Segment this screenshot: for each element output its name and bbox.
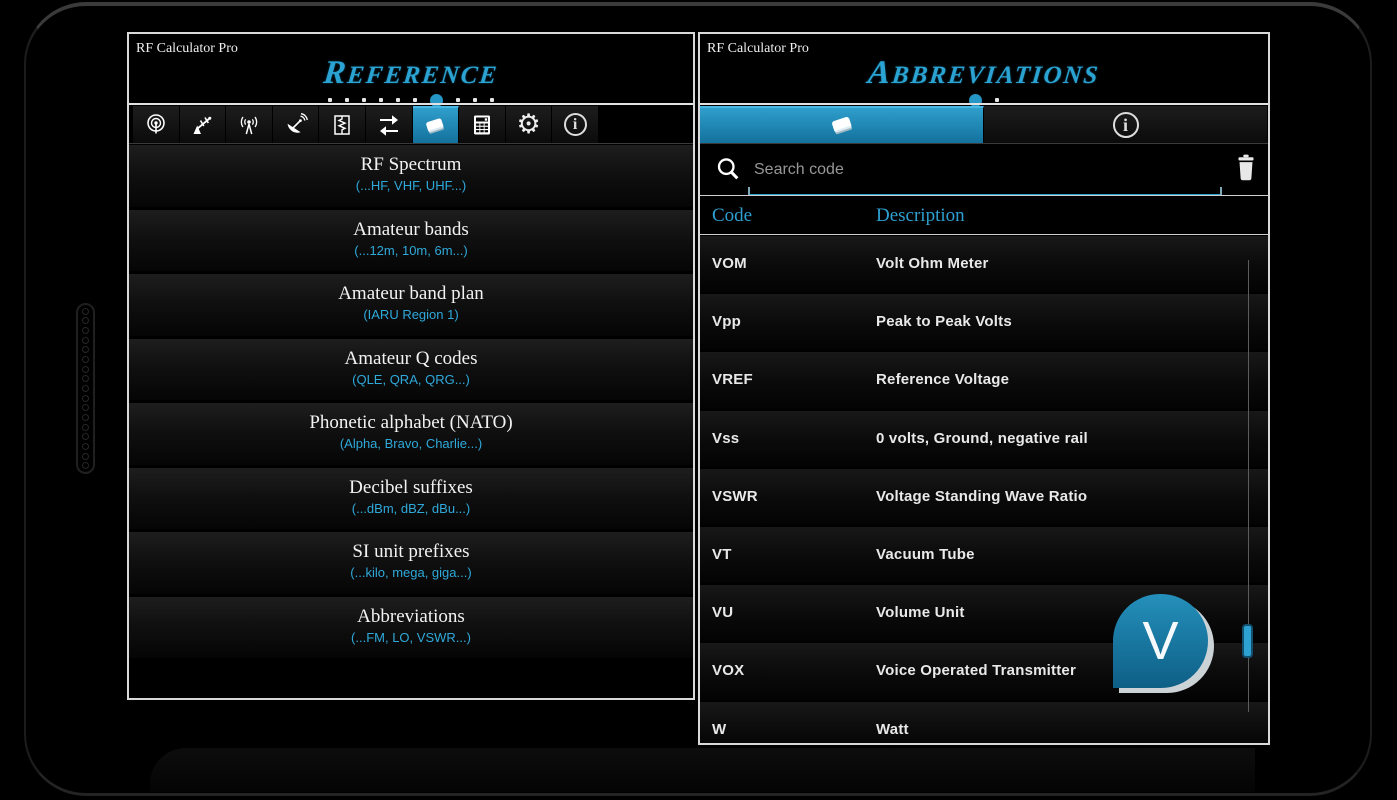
table-row[interactable]: VOM Volt Ohm Meter [700, 236, 1268, 295]
swap-arrows-icon [379, 114, 398, 136]
divider [129, 103, 693, 105]
tab-satellite-dish[interactable] [273, 106, 320, 143]
radio-tower-icon [240, 116, 258, 134]
table-row[interactable]: VSWR Voltage Standing Wave Ratio [700, 468, 1268, 527]
scrollbar-thumb[interactable] [1242, 624, 1253, 658]
calculator-icon [473, 115, 490, 134]
divider [700, 234, 1268, 235]
list-item-amateur-q-codes[interactable]: Amateur Q codes (QLE, QRA, QRG...) [129, 338, 693, 403]
tab-swap-arrows[interactable] [366, 106, 413, 143]
divider [700, 195, 1268, 196]
tab-resistor[interactable] [319, 106, 366, 143]
bezel-reflection [150, 748, 1255, 792]
search-bar [700, 144, 1268, 196]
search-icon[interactable] [714, 155, 742, 183]
tab-omni-antenna[interactable] [133, 106, 180, 143]
abbreviations-tab-bar: i [700, 106, 1268, 143]
tablet-screenshot: RF Calculator Pro Reference [0, 0, 1397, 800]
list-item-si-unit-prefixes[interactable]: SI unit prefixes (...kilo, mega, giga...… [129, 532, 693, 597]
table-row[interactable]: Vpp Peak to Peak Volts [700, 294, 1268, 353]
list-item-rf-spectrum[interactable]: RF Spectrum (...HF, VHF, UHF...) [129, 145, 693, 210]
tab-abbreviations-info[interactable]: i [984, 106, 1268, 143]
header-description: Description [876, 205, 965, 226]
header-code: Code [712, 205, 753, 226]
list-item-phonetic-alphabet[interactable]: Phonetic alphabet (NATO) (Alpha, Bravo, … [129, 403, 693, 468]
resistor-icon [334, 114, 350, 135]
directional-antenna-icon [193, 116, 212, 134]
tab-abbreviations-list[interactable] [700, 106, 984, 143]
omni-antenna-icon [146, 113, 165, 133]
book-icon [831, 117, 852, 135]
speaker-grille [76, 303, 95, 474]
tab-directional-antenna[interactable] [180, 106, 227, 143]
book-icon [426, 117, 445, 134]
page-title-reference: Reference [321, 55, 500, 91]
divider [700, 103, 1268, 105]
fast-scroll-letter: V [1142, 611, 1179, 671]
list-item-amateur-band-plan[interactable]: Amateur band plan (IARU Region 1) [129, 274, 693, 339]
category-tab-bar: ⚙ i [133, 106, 599, 143]
tab-info[interactable]: i [552, 106, 599, 143]
table-row[interactable]: VREF Reference Voltage [700, 352, 1268, 411]
table-row[interactable]: W Watt [700, 701, 1268, 743]
tab-settings[interactable]: ⚙ [506, 106, 553, 143]
fast-scroll-bubble[interactable]: V [1113, 594, 1214, 693]
reference-list: RF Spectrum (...HF, VHF, UHF...) Amateur… [129, 145, 693, 661]
gear-icon: ⚙ [516, 109, 541, 140]
list-item-abbreviations[interactable]: Abbreviations (...FM, LO, VSWR...) [129, 596, 693, 661]
reference-panel: RF Calculator Pro Reference [127, 32, 695, 700]
trash-icon[interactable] [1233, 153, 1259, 181]
abbreviations-panel: RF Calculator Pro Abbreviations [698, 32, 1270, 745]
tab-radio-tower[interactable] [226, 106, 273, 143]
table-row[interactable]: VT Vacuum Tube [700, 526, 1268, 586]
info-icon: i [1112, 111, 1139, 138]
tab-calculator[interactable] [459, 106, 506, 143]
page-title-abbreviations: Abbreviations [866, 55, 1101, 91]
list-item-amateur-bands[interactable]: Amateur bands (...12m, 10m, 6m...) [129, 209, 693, 274]
divider [129, 143, 693, 144]
info-icon: i [563, 113, 587, 136]
satellite-dish-icon [287, 112, 308, 133]
list-item-decibel-suffixes[interactable]: Decibel suffixes (...dBm, dBZ, dBu...) [129, 467, 693, 532]
table-header: Code Description [700, 197, 1268, 233]
tab-book-active[interactable] [412, 106, 460, 143]
search-input[interactable] [754, 152, 1216, 188]
table-row[interactable]: Vss 0 volts, Ground, negative rail [700, 410, 1268, 469]
